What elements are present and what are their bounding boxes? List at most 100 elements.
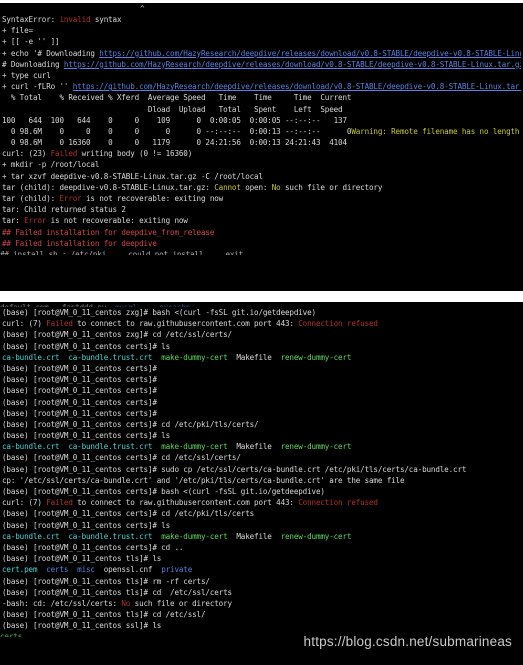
- terminal-line: (base) [root@VM_0_11_centos certs]#: [2, 385, 521, 396]
- terminal-line: (base) [root@VM_0_11_centos certs]# cd .…: [2, 542, 521, 553]
- terminal-text-span: (base) [root@VM_0_11_centos tls]# cd /et…: [2, 610, 206, 620]
- csdn-watermark: https://blog.csdn.net/submarineas: [303, 634, 512, 649]
- terminal-text-span: tar (child): deepdive-v0.8-STABLE-Linux.…: [2, 182, 215, 192]
- terminal-line: (base) [root@VM_0_11_centos ssl]# ls: [2, 620, 521, 631]
- terminal-text-span: renew-dummy-cert: [280, 531, 352, 541]
- terminal-text-span: Makefile: [227, 442, 281, 452]
- terminal-text-span: ca-bundle.trust.crt: [68, 531, 153, 541]
- terminal-text-span: + mkdir -p /root/local: [2, 160, 100, 170]
- terminal-text-span: Makefile: [227, 352, 281, 362]
- terminal-text-span: (base) [root@VM_0_11_centos certs]#: [2, 408, 157, 418]
- terminal-text-span: ## Failed installation for deepdive_from…: [2, 227, 215, 237]
- terminal-text-span: ## Failed installation for deepdive: [2, 238, 157, 248]
- terminal-text-span: 100 644 100 644 0 0 109 0 0:00:05 0:00:0…: [2, 115, 347, 125]
- terminal-text-span: (base) [root@VM_0_11_centos tls]# ls: [2, 554, 162, 564]
- terminal-text-span: Error: [24, 216, 47, 226]
- terminal-text-span: openssl.cnf: [94, 565, 162, 575]
- terminal-line: tar (child): Error is not recoverable: e…: [2, 193, 521, 204]
- terminal-line: (base) [root@VM_0_11_centos tls]# rm -rf…: [2, 576, 521, 587]
- terminal-text-span: (base) [root@VM_0_11_centos tls]# cd /et…: [2, 587, 232, 597]
- terminal-text-span: (base) [root@VM_0_11_centos certs]# cd .…: [2, 542, 184, 552]
- terminal-text-span: curl: (7): [2, 319, 47, 329]
- terminal-text-span: + echo '# Downloading: [2, 48, 100, 58]
- terminal-text-span: default.com fastddd.py: [0, 303, 115, 307]
- terminal-line: + [[ -e '' ]]: [2, 36, 521, 47]
- terminal-top-output: SyntaxError: invalid syntax + file= + [[ -…: [0, 14, 523, 249]
- terminal-text-span: (base) [root@VM_0_11_centos certs]#: [2, 363, 157, 373]
- terminal-text-span: + curl -fLRo '': [2, 82, 73, 92]
- terminal-text-span: -bash: cd: /etc/ssl/certs:: [2, 598, 122, 608]
- terminal-window-bottom[interactable]: default.com fastddd.py mysql __pycache__…: [0, 302, 523, 665]
- terminal-text-span: [137, 303, 150, 307]
- terminal-text-span: + type curl: [2, 70, 51, 80]
- terminal-line: cert.pem certs misc openssl.cnf private: [2, 564, 521, 575]
- terminal-text-span: ## install.sh : /etc/pki ... could not i…: [0, 249, 261, 255]
- terminal-text-span: + [[ -e '' ]]: [2, 37, 60, 47]
- terminal-line: 100 644 100 644 0 0 109 0 0:00:05 0:00:0…: [2, 115, 521, 126]
- terminal-text-span: % Total % Received % Xferd Average Speed…: [2, 93, 352, 103]
- terminal-line: (base) [root@VM_0_11_centos tls]# cd /et…: [2, 587, 521, 598]
- terminal-text-span: writing body (0 != 16360): [77, 149, 193, 159]
- terminal-text-span: tar: Child returned status 2: [2, 205, 126, 215]
- terminal-window-top[interactable]: ^ SyntaxError: invalid syntax + file= + [[…: [0, 3, 523, 291]
- terminal-line: tar (child): deepdive-v0.8-STABLE-Linux.…: [2, 182, 521, 193]
- terminal-text-span: certs: [0, 632, 23, 638]
- terminal-text-span: Error: [59, 194, 82, 203]
- terminal-text-span: Warning: Remote filename has no length!: [351, 126, 521, 136]
- terminal-line: (base) [root@VM_0_11_centos certs]# ls: [2, 520, 521, 531]
- terminal-text-span: ca-bundle.trust.crt: [68, 442, 153, 452]
- terminal-line: ca-bundle.crt ca-bundle.trust.crt make-d…: [2, 531, 521, 542]
- terminal-text-span: (base) [root@VM_0_11_centos certs]# ls: [2, 431, 171, 441]
- screenshot-root: ^ SyntaxError: invalid syntax + file= + [[…: [0, 0, 523, 665]
- terminal-text-span: make-dummy-cert: [161, 352, 228, 362]
- terminal-line: ## Failed installation for deepdive: [2, 238, 521, 249]
- terminal-text-span: renew-dummy-cert: [280, 442, 352, 452]
- terminal-line: (base) [root@VM_0_11_centos certs]# ls: [2, 430, 521, 441]
- terminal-line: -bash: cd: /etc/ssl/certs: No such file …: [2, 598, 521, 609]
- terminal-line: Dload Upload Total Spent Left Speed: [2, 104, 521, 115]
- terminal-text-span: [152, 532, 161, 541]
- terminal-line: % Total % Received % Xferd Average Speed…: [2, 92, 521, 103]
- terminal-text-span: No: [271, 182, 281, 192]
- terminal-text-span: to connect to raw.githubusercontent.com …: [72, 319, 299, 329]
- terminal-text-span: (base) [root@VM_0_11_centos certs]# sudo…: [2, 464, 467, 474]
- terminal-line: 0 98.6M 0 16360 0 0 1179 0 24:21:56 0:00…: [2, 137, 521, 148]
- terminal-text-span: (base) [root@VM_0_11_centos certs]# ls: [2, 341, 171, 351]
- terminal-text-span: [59, 353, 68, 362]
- terminal-text-span: cert.pem: [2, 565, 38, 575]
- terminal-text-span: tar:: [2, 216, 25, 226]
- terminal-text-span: 0 98.6M 0 0 0 0 0 0 --:--:-- 0:00:13 --:…: [2, 126, 352, 136]
- terminal-line: 0 98.6M 0 0 0 0 0 0 --:--:-- 0:00:13 --:…: [2, 126, 521, 137]
- terminal-line: + curl -fLRo '' https://github.com/HazyR…: [2, 81, 521, 92]
- terminal-text-span: 0 98.6M 0 16360 0 0 1179 0 24:21:56 0:00…: [2, 138, 347, 148]
- terminal-text-span: [152, 353, 161, 362]
- terminal-text-span: certs: [46, 565, 69, 575]
- terminal-text-span: syntax: [90, 15, 122, 24]
- syntax-error-caret: ^: [140, 4, 145, 13]
- terminal-text-span: cp: '/etc/ssl/certs/ca-bundle.crt' and '…: [2, 475, 405, 485]
- terminal-text-span: make-dummy-cert: [161, 531, 228, 541]
- terminal-text-span: is not recoverable: exiting now: [46, 216, 188, 226]
- terminal-text-span: ca-bundle.crt: [2, 531, 60, 541]
- terminal-line: (base) [root@VM_0_11_centos certs]# cd /…: [2, 508, 521, 519]
- terminal-text-span: (base) [root@VM_0_11_centos certs]# cd /…: [2, 509, 255, 519]
- terminal-text-span: private: [161, 565, 193, 575]
- terminal-line: cp: '/etc/ssl/certs/ca-bundle.crt' and '…: [2, 475, 521, 486]
- terminal-text-span: Failed: [50, 149, 78, 159]
- terminal-text-span: curl: (23): [2, 149, 51, 159]
- terminal-text-span: (base) [root@VM_0_11_centos certs]# cd /…: [2, 419, 259, 429]
- terminal-text-span: (base) [root@VM_0_11_centos certs]# bash…: [2, 487, 325, 496]
- terminal-line: curl: (7) Failed to connect to raw.githu…: [2, 318, 521, 329]
- terminal-line: (base) [root@VM_0_11_centos tls]# ls: [2, 553, 521, 564]
- terminal-text-span: __pycache__: [150, 303, 199, 307]
- terminal-line: + mkdir -p /root/local: [2, 159, 521, 170]
- terminal-text-span: is not recoverable: exiting now: [81, 194, 224, 203]
- terminal-line: tar: Child returned status 2: [2, 204, 521, 215]
- terminal-text-span: Failed: [46, 498, 73, 508]
- terminal-text-span: invalid: [59, 15, 91, 24]
- terminal-text-span: (base) [root@VM_0_11_centos zxg]# cd /et…: [2, 330, 232, 340]
- terminal-text-span: # Downloading: [2, 59, 64, 69]
- terminal-text-span: + file=: [2, 26, 33, 36]
- terminal-line: # Downloading https://github.com/HazyRes…: [2, 59, 521, 70]
- terminal-line: (base) [root@VM_0_11_centos tls]# cd /et…: [2, 609, 521, 620]
